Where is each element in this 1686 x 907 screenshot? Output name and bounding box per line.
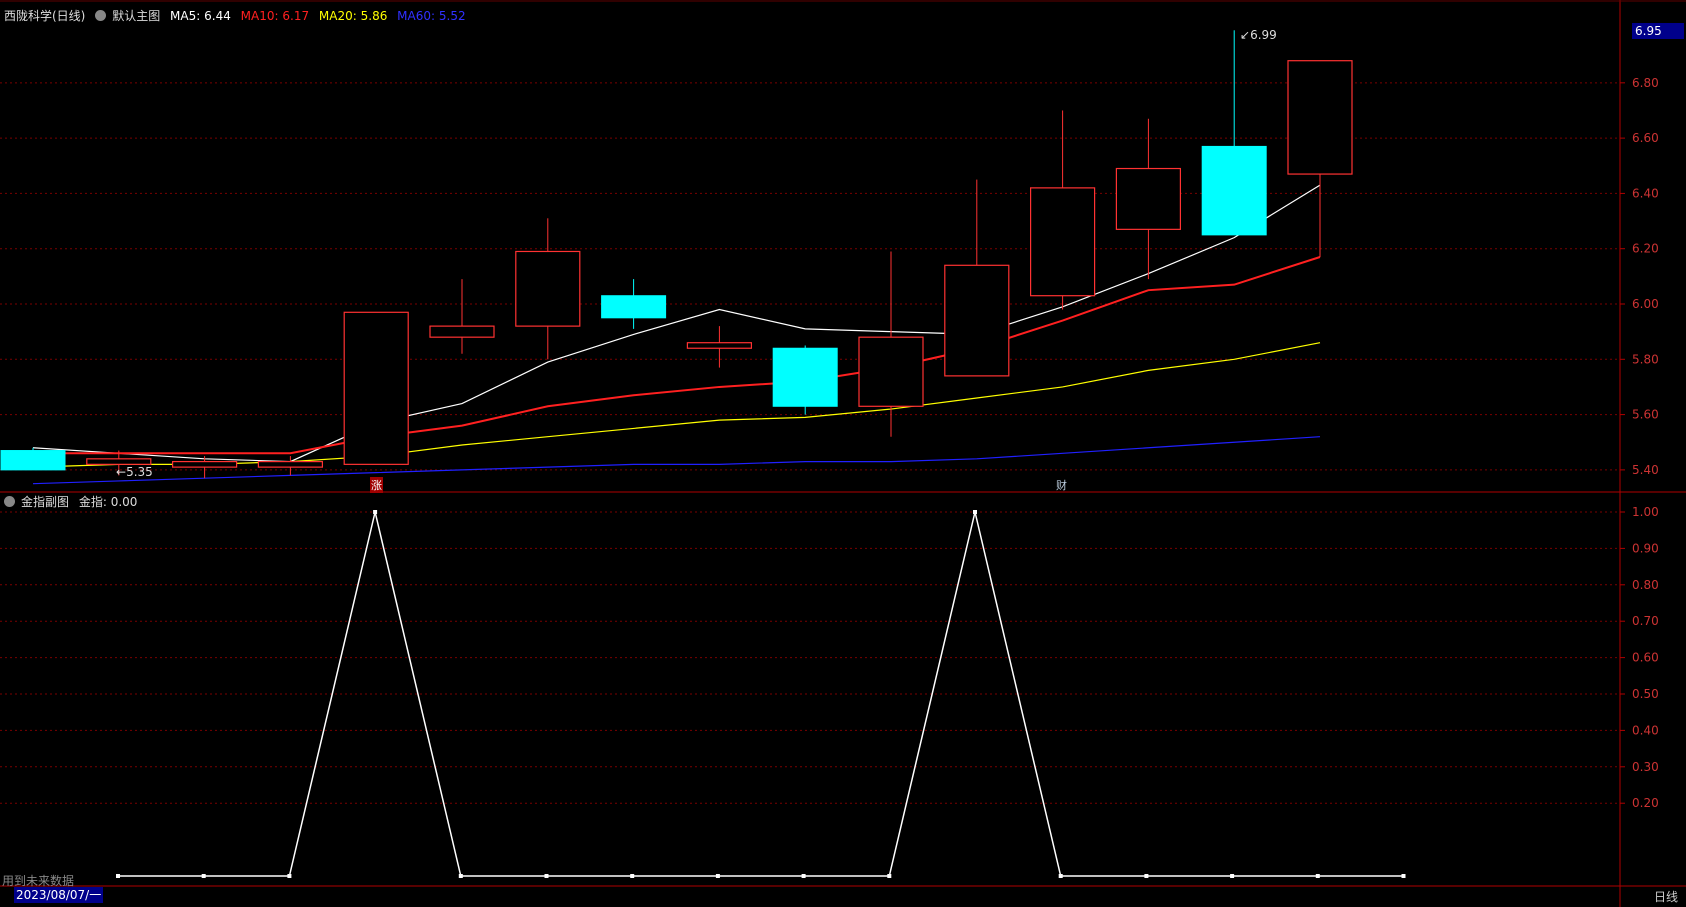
candle-body-down bbox=[1201, 145, 1267, 236]
main-y-tick-label: 6.80 bbox=[1632, 76, 1659, 90]
sub-y-tick-label: 0.80 bbox=[1632, 578, 1659, 592]
sub-indicator-point bbox=[201, 874, 206, 878]
sub-indicator-point bbox=[1058, 874, 1063, 878]
candle-body-up bbox=[429, 325, 495, 338]
candle-body-up bbox=[86, 458, 152, 465]
sub-indicator-point bbox=[458, 874, 463, 878]
main-y-tick-label: 6.00 bbox=[1632, 297, 1659, 311]
sub-indicator-point bbox=[715, 874, 720, 878]
cai-marker[interactable]: 财 bbox=[1056, 477, 1067, 493]
main-y-tick-label: 5.80 bbox=[1632, 352, 1659, 366]
template-toggle-icon[interactable] bbox=[95, 10, 107, 21]
sub-indicator-point bbox=[373, 510, 378, 514]
sub-y-tick-label: 0.70 bbox=[1632, 614, 1659, 628]
sub-indicator-point bbox=[1144, 874, 1149, 878]
sub-y-tick-label: 0.90 bbox=[1632, 541, 1659, 555]
main-y-tick-label: 5.40 bbox=[1632, 463, 1659, 477]
ma-line-ma20 bbox=[32, 342, 1321, 468]
sub-y-tick-label: 0.40 bbox=[1632, 723, 1659, 737]
ma-line-ma60 bbox=[32, 436, 1321, 485]
sub-indicator-point bbox=[1401, 874, 1406, 878]
candle-body-down bbox=[601, 295, 667, 319]
main-y-tick-label: 6.40 bbox=[1632, 186, 1659, 200]
main-y-tick-label: 6.60 bbox=[1632, 131, 1659, 145]
sub-indicator-point bbox=[116, 874, 120, 878]
ma20-readout: MA20: 5.86 bbox=[318, 9, 388, 23]
template-label[interactable]: 默认主图 bbox=[112, 9, 160, 23]
sub-toggle-icon[interactable] bbox=[4, 496, 15, 507]
sub-title[interactable]: 金指副图 bbox=[21, 495, 69, 509]
candle-body-up bbox=[1115, 167, 1182, 230]
candle-body-up bbox=[172, 460, 238, 468]
low-price-label: ←5.35 bbox=[116, 465, 153, 479]
sub-indicator-point bbox=[973, 510, 977, 514]
stock-name: 西陇科学(日线) bbox=[4, 9, 86, 23]
candle-body-down bbox=[772, 347, 838, 407]
sub-y-tick-label: 0.50 bbox=[1632, 687, 1659, 701]
sub-value-readout: 金指: 0.00 bbox=[78, 495, 138, 509]
candle-body-up bbox=[1029, 187, 1096, 297]
candle-body-up bbox=[686, 342, 753, 349]
candle-body-down bbox=[0, 450, 66, 471]
sub-chart-header: 金指副图 金指: 0.00 bbox=[4, 493, 143, 510]
zhang-marker[interactable]: 涨 bbox=[370, 477, 383, 493]
sub-indicator-point bbox=[544, 874, 549, 878]
current-price-tag: 6.95 bbox=[1632, 23, 1684, 39]
candle-body-up bbox=[1287, 60, 1353, 175]
sub-indicator-point bbox=[1230, 874, 1235, 878]
candle-body-up bbox=[343, 311, 409, 465]
high-price-label: ↙6.99 bbox=[1240, 28, 1277, 42]
candle-body-up bbox=[944, 264, 1010, 377]
sub-y-tick-label: 1.00 bbox=[1632, 505, 1659, 519]
sub-indicator-point bbox=[287, 874, 292, 878]
period-label[interactable]: 日线 bbox=[1654, 888, 1678, 905]
sub-y-tick-label: 0.60 bbox=[1632, 651, 1659, 665]
sub-indicator-point bbox=[630, 874, 635, 878]
ma10-readout: MA10: 6.17 bbox=[240, 9, 310, 23]
sub-y-tick-label: 0.20 bbox=[1632, 796, 1659, 810]
sub-y-tick-label: 0.30 bbox=[1632, 760, 1659, 774]
main-y-tick-label: 6.20 bbox=[1632, 242, 1659, 256]
chart-canvas: 5.40 5.60 5.80 6.00 6.20 6.40 6.60 6.80 0.20 0.30… bbox=[0, 0, 1686, 907]
sub-indicator-point bbox=[1315, 874, 1320, 878]
candle-body-up bbox=[858, 336, 924, 407]
ma5-readout: MA5: 6.44 bbox=[170, 9, 231, 23]
sub-indicator-point bbox=[887, 874, 892, 878]
candle-body-up bbox=[257, 460, 323, 468]
ma60-readout: MA60: 5.52 bbox=[397, 9, 466, 23]
date-readout: 2023/08/07/一 bbox=[14, 887, 104, 903]
main-chart-header: 西陇科学(日线) 默认主图 MA5: 6.44 MA10: 6.17 MA20:… bbox=[4, 7, 472, 24]
sub-indicator-point bbox=[801, 874, 806, 878]
main-y-tick-label: 5.60 bbox=[1632, 408, 1659, 422]
candle-body-up bbox=[515, 250, 581, 327]
